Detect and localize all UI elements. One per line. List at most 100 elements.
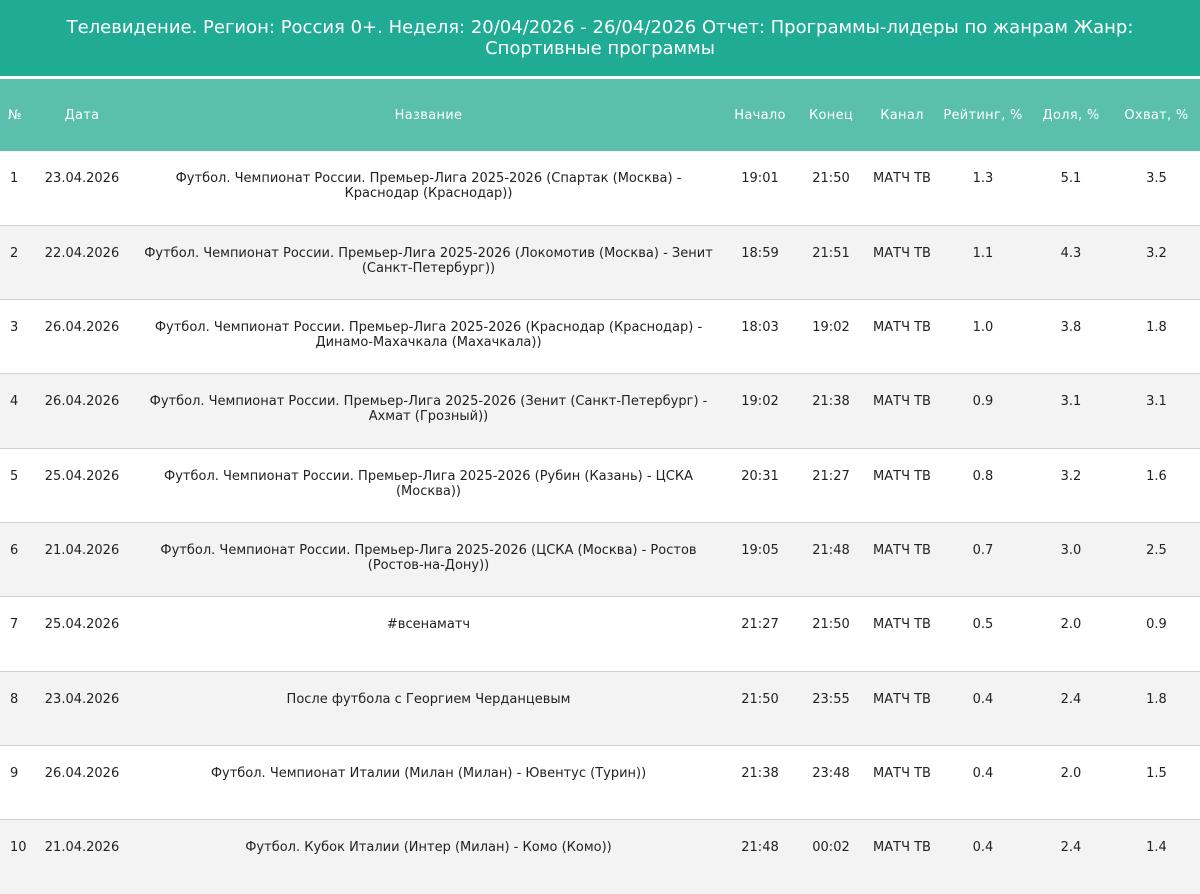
row-reach: 1.6 [1146,468,1167,484]
row-channel: МАТЧ ТВ [873,765,931,781]
row-num: 8 [10,691,19,707]
row-end: 21:38 [812,394,850,410]
table-row[interactable]: 4 26.04.2026 Футбол. Чемпионат России. Пре… [0,373,1200,449]
row-num: 2 [10,245,19,261]
row-date: 26.04.2026 [44,765,120,781]
row-date: 26.04.2026 [44,320,120,336]
row-num: 3 [10,320,19,336]
row-end: 00:02 [812,840,850,856]
table-row[interactable]: 6 21.04.2026 Футбол. Чемпионат России. Пре… [0,522,1200,597]
row-name: #всенаматч [386,617,471,633]
table-row[interactable]: 1 23.04.2026 Футбол. Чемпионат России. Пре… [0,151,1200,226]
header-channel[interactable]: Канал [867,79,937,151]
row-share: 2.4 [1060,840,1082,856]
table-row[interactable]: 2 22.04.2026 Футбол. Чемпионат России. Пре… [0,225,1200,300]
row-end: 21:50 [812,171,850,186]
row-name: Футбол. Чемпионат России. Премьер-Лига 2… [175,171,682,201]
row-num: 6 [10,542,19,558]
row-num: 7 [10,617,19,633]
row-share: 3.8 [1060,320,1082,336]
row-date: 22.04.2026 [44,245,120,261]
row-start: 20:31 [741,468,779,484]
row-channel: МАТЧ ТВ [873,617,931,633]
table-header-row: № Дата Название Начало Конец Канал Рейти… [0,79,1200,151]
row-num: 4 [10,394,19,410]
row-start: 19:05 [741,542,779,558]
row-rating: 0.7 [972,542,994,558]
row-share: 4.3 [1060,245,1082,261]
row-start: 21:50 [741,691,779,707]
programs-table: № Дата Название Начало Конец Канал Рейти… [0,79,1200,894]
row-channel: МАТЧ ТВ [873,320,931,336]
row-start: 18:03 [741,320,779,336]
row-rating: 0.4 [972,691,994,707]
header-name[interactable]: Название [132,79,725,151]
row-share: 2.4 [1060,691,1082,707]
table-body: 1 23.04.2026 Футбол. Чемпионат России. Пре… [0,151,1200,894]
row-rating: 1.3 [972,171,994,186]
row-num: 5 [10,468,19,484]
row-start: 19:01 [741,171,779,186]
header-date[interactable]: Дата [32,79,132,151]
row-name: Футбол. Чемпионат России. Премьер-Лига 2… [144,245,713,276]
row-share: 2.0 [1060,617,1082,633]
row-rating: 1.1 [972,245,994,261]
row-reach: 3.2 [1146,245,1167,261]
row-num: 9 [10,765,19,781]
row-rating: 0.4 [972,840,994,856]
row-reach: 1.5 [1146,765,1167,781]
table-row[interactable]: 9 26.04.2026 Футбол. Чемпионат Италии (Мил… [0,745,1200,820]
header-rating[interactable]: Рейтинг, % [937,79,1029,151]
row-reach: 3.5 [1146,171,1167,186]
header-reach[interactable]: Охват, % [1113,79,1200,151]
row-date: 23.04.2026 [44,691,120,707]
header-num[interactable]: № [0,79,32,151]
row-date: 25.04.2026 [44,468,120,484]
row-share: 3.1 [1060,394,1082,410]
row-end: 23:55 [812,691,850,707]
table-row[interactable]: 10 21.04.2026 Футбол. Кубок Италии (Интер … [0,819,1200,894]
row-name: Футбол. Чемпионат России. Премьер-Лига 2… [154,320,703,351]
row-end: 21:50 [812,617,850,633]
row-channel: МАТЧ ТВ [873,394,931,410]
report-title-bar: Телевидение. Регион: Россия 0+. Неделя: … [0,0,1200,76]
row-reach: 3.1 [1146,394,1167,410]
row-num: 1 [10,171,19,186]
row-date: 25.04.2026 [44,617,120,633]
row-end: 21:27 [812,468,850,484]
row-name: Футбол. Чемпионат Италии (Милан (Милан) … [210,765,647,781]
row-start: 19:02 [741,394,779,410]
row-date: 23.04.2026 [44,171,120,186]
table-row[interactable]: 5 25.04.2026 Футбол. Чемпионат России. Пре… [0,448,1200,523]
row-reach: 1.4 [1146,840,1167,856]
row-name: Футбол. Чемпионат России. Премьер-Лига 2… [160,542,697,573]
row-channel: МАТЧ ТВ [873,171,931,186]
row-end: 23:48 [812,765,850,781]
row-start: 18:59 [741,245,779,261]
row-rating: 0.5 [972,617,994,633]
row-reach: 0.9 [1146,617,1167,633]
row-name: После футбола с Георгием Черданцевым [286,691,571,707]
row-date: 21.04.2026 [44,840,120,856]
row-start: 21:38 [741,765,779,781]
row-rating: 0.8 [972,468,994,484]
row-start: 21:27 [741,617,779,633]
row-share: 3.0 [1060,542,1082,558]
row-rating: 1.0 [972,320,994,336]
table-row[interactable]: 7 25.04.2026 #всенаматч 21:27 21:50 МАТЧ ТВ 0.… [0,596,1200,672]
row-reach: 1.8 [1146,320,1167,336]
table-row[interactable]: 3 26.04.2026 Футбол. Чемпионат России. Пре… [0,299,1200,374]
row-share: 3.2 [1060,468,1082,484]
row-channel: МАТЧ ТВ [873,840,931,856]
table-row[interactable]: 8 23.04.2026 После футбола с Георгием Черд… [0,671,1200,746]
row-channel: МАТЧ ТВ [873,691,931,707]
header-share[interactable]: Доля, % [1029,79,1113,151]
header-end[interactable]: Конец [795,79,867,151]
row-reach: 1.8 [1146,691,1167,707]
header-start[interactable]: Начало [725,79,795,151]
row-channel: МАТЧ ТВ [873,468,931,484]
row-end: 21:51 [812,245,850,261]
row-end: 21:48 [812,542,850,558]
row-share: 2.0 [1060,765,1082,781]
row-name: Футбол. Кубок Италии (Интер (Милан) - Ко… [245,840,612,856]
